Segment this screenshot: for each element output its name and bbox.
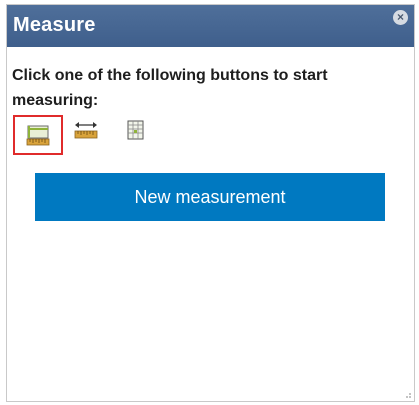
distance-ruler-icon [74,122,98,139]
panel-title: Measure [13,14,96,36]
instructions-text: Click one of the following buttons to st… [12,67,328,109]
area-tool-button[interactable] [13,115,63,155]
resize-grip-icon[interactable] [404,391,412,399]
close-icon: × [396,10,404,24]
new-measurement-button[interactable]: New measurement [35,173,385,221]
close-button[interactable]: × [393,10,408,25]
area-ruler-icon [26,125,50,146]
title-bar: Measure × [7,5,414,47]
measure-panel: Measure × Click one of the following but… [6,4,415,402]
location-grid-icon [127,120,144,140]
distance-tool-button[interactable] [71,116,101,146]
location-tool-button[interactable] [121,116,151,146]
